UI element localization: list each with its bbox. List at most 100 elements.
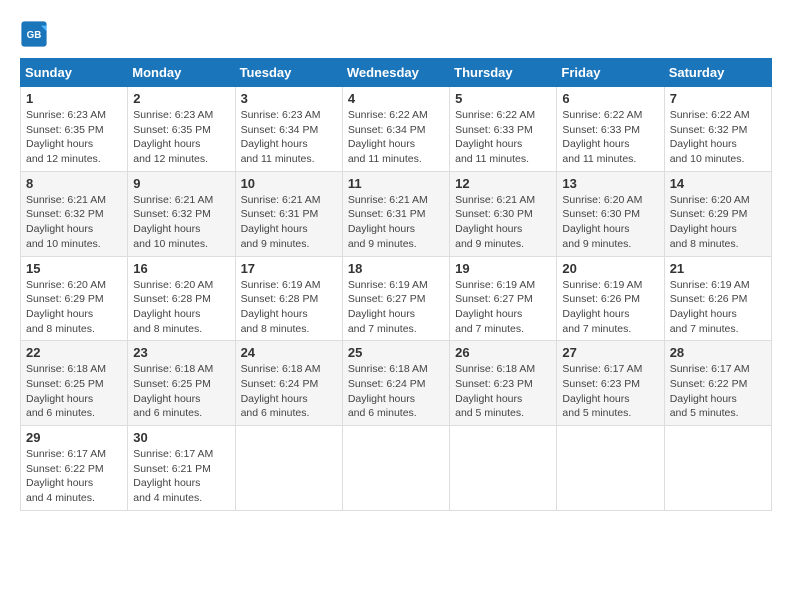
day-number: 20 — [562, 261, 658, 276]
calendar-week-5: 29 Sunrise: 6:17 AM Sunset: 6:22 PM Dayl… — [21, 426, 772, 511]
day-info: Sunrise: 6:18 AM Sunset: 6:23 PM Dayligh… — [455, 362, 551, 421]
day-info: Sunrise: 6:19 AM Sunset: 6:27 PM Dayligh… — [455, 278, 551, 337]
weekday-header-friday: Friday — [557, 59, 664, 87]
day-info: Sunrise: 6:21 AM Sunset: 6:32 PM Dayligh… — [133, 193, 229, 252]
day-number: 10 — [241, 176, 337, 191]
day-number: 7 — [670, 91, 766, 106]
weekday-header-wednesday: Wednesday — [342, 59, 449, 87]
day-number: 3 — [241, 91, 337, 106]
day-number: 26 — [455, 345, 551, 360]
day-info: Sunrise: 6:22 AM Sunset: 6:32 PM Dayligh… — [670, 108, 766, 167]
logo: GB — [20, 20, 52, 48]
day-number: 2 — [133, 91, 229, 106]
day-number: 23 — [133, 345, 229, 360]
calendar-cell: 27 Sunrise: 6:17 AM Sunset: 6:23 PM Dayl… — [557, 341, 664, 426]
day-info: Sunrise: 6:22 AM Sunset: 6:33 PM Dayligh… — [562, 108, 658, 167]
calendar-cell: 21 Sunrise: 6:19 AM Sunset: 6:26 PM Dayl… — [664, 256, 771, 341]
svg-text:GB: GB — [27, 30, 42, 41]
day-info: Sunrise: 6:19 AM Sunset: 6:27 PM Dayligh… — [348, 278, 444, 337]
day-number: 15 — [26, 261, 122, 276]
calendar-cell: 18 Sunrise: 6:19 AM Sunset: 6:27 PM Dayl… — [342, 256, 449, 341]
day-number: 8 — [26, 176, 122, 191]
calendar-cell: 12 Sunrise: 6:21 AM Sunset: 6:30 PM Dayl… — [450, 171, 557, 256]
day-info: Sunrise: 6:17 AM Sunset: 6:23 PM Dayligh… — [562, 362, 658, 421]
calendar-cell: 23 Sunrise: 6:18 AM Sunset: 6:25 PM Dayl… — [128, 341, 235, 426]
day-info: Sunrise: 6:23 AM Sunset: 6:35 PM Dayligh… — [26, 108, 122, 167]
day-number: 22 — [26, 345, 122, 360]
day-number: 28 — [670, 345, 766, 360]
day-number: 16 — [133, 261, 229, 276]
calendar-cell: 24 Sunrise: 6:18 AM Sunset: 6:24 PM Dayl… — [235, 341, 342, 426]
calendar-cell: 30 Sunrise: 6:17 AM Sunset: 6:21 PM Dayl… — [128, 426, 235, 511]
day-number: 19 — [455, 261, 551, 276]
calendar-week-2: 8 Sunrise: 6:21 AM Sunset: 6:32 PM Dayli… — [21, 171, 772, 256]
day-info: Sunrise: 6:21 AM Sunset: 6:30 PM Dayligh… — [455, 193, 551, 252]
day-number: 18 — [348, 261, 444, 276]
day-number: 30 — [133, 430, 229, 445]
calendar-week-3: 15 Sunrise: 6:20 AM Sunset: 6:29 PM Dayl… — [21, 256, 772, 341]
day-info: Sunrise: 6:23 AM Sunset: 6:34 PM Dayligh… — [241, 108, 337, 167]
calendar-cell: 16 Sunrise: 6:20 AM Sunset: 6:28 PM Dayl… — [128, 256, 235, 341]
day-info: Sunrise: 6:18 AM Sunset: 6:25 PM Dayligh… — [133, 362, 229, 421]
day-info: Sunrise: 6:17 AM Sunset: 6:21 PM Dayligh… — [133, 447, 229, 506]
day-info: Sunrise: 6:18 AM Sunset: 6:25 PM Dayligh… — [26, 362, 122, 421]
day-number: 21 — [670, 261, 766, 276]
day-info: Sunrise: 6:20 AM Sunset: 6:28 PM Dayligh… — [133, 278, 229, 337]
calendar-table: SundayMondayTuesdayWednesdayThursdayFrid… — [20, 58, 772, 511]
day-info: Sunrise: 6:22 AM Sunset: 6:34 PM Dayligh… — [348, 108, 444, 167]
weekday-header-thursday: Thursday — [450, 59, 557, 87]
day-info: Sunrise: 6:21 AM Sunset: 6:31 PM Dayligh… — [348, 193, 444, 252]
calendar-cell: 14 Sunrise: 6:20 AM Sunset: 6:29 PM Dayl… — [664, 171, 771, 256]
day-number: 12 — [455, 176, 551, 191]
calendar-cell: 26 Sunrise: 6:18 AM Sunset: 6:23 PM Dayl… — [450, 341, 557, 426]
calendar-cell: 29 Sunrise: 6:17 AM Sunset: 6:22 PM Dayl… — [21, 426, 128, 511]
calendar-cell — [235, 426, 342, 511]
page-header: GB — [20, 20, 772, 48]
day-number: 13 — [562, 176, 658, 191]
calendar-cell: 20 Sunrise: 6:19 AM Sunset: 6:26 PM Dayl… — [557, 256, 664, 341]
day-info: Sunrise: 6:19 AM Sunset: 6:26 PM Dayligh… — [562, 278, 658, 337]
weekday-header-tuesday: Tuesday — [235, 59, 342, 87]
calendar-cell: 13 Sunrise: 6:20 AM Sunset: 6:30 PM Dayl… — [557, 171, 664, 256]
day-info: Sunrise: 6:19 AM Sunset: 6:26 PM Dayligh… — [670, 278, 766, 337]
weekday-header-sunday: Sunday — [21, 59, 128, 87]
day-number: 11 — [348, 176, 444, 191]
day-number: 1 — [26, 91, 122, 106]
weekday-header-row: SundayMondayTuesdayWednesdayThursdayFrid… — [21, 59, 772, 87]
day-info: Sunrise: 6:21 AM Sunset: 6:31 PM Dayligh… — [241, 193, 337, 252]
calendar-cell: 5 Sunrise: 6:22 AM Sunset: 6:33 PM Dayli… — [450, 87, 557, 172]
day-info: Sunrise: 6:20 AM Sunset: 6:29 PM Dayligh… — [26, 278, 122, 337]
day-info: Sunrise: 6:18 AM Sunset: 6:24 PM Dayligh… — [241, 362, 337, 421]
day-number: 25 — [348, 345, 444, 360]
day-number: 6 — [562, 91, 658, 106]
calendar-cell: 10 Sunrise: 6:21 AM Sunset: 6:31 PM Dayl… — [235, 171, 342, 256]
logo-icon: GB — [20, 20, 48, 48]
calendar-cell: 22 Sunrise: 6:18 AM Sunset: 6:25 PM Dayl… — [21, 341, 128, 426]
calendar-cell: 28 Sunrise: 6:17 AM Sunset: 6:22 PM Dayl… — [664, 341, 771, 426]
calendar-cell: 3 Sunrise: 6:23 AM Sunset: 6:34 PM Dayli… — [235, 87, 342, 172]
calendar-cell: 1 Sunrise: 6:23 AM Sunset: 6:35 PM Dayli… — [21, 87, 128, 172]
day-number: 17 — [241, 261, 337, 276]
day-info: Sunrise: 6:20 AM Sunset: 6:30 PM Dayligh… — [562, 193, 658, 252]
calendar-cell: 7 Sunrise: 6:22 AM Sunset: 6:32 PM Dayli… — [664, 87, 771, 172]
day-number: 14 — [670, 176, 766, 191]
day-number: 24 — [241, 345, 337, 360]
calendar-cell: 8 Sunrise: 6:21 AM Sunset: 6:32 PM Dayli… — [21, 171, 128, 256]
day-info: Sunrise: 6:22 AM Sunset: 6:33 PM Dayligh… — [455, 108, 551, 167]
calendar-cell — [342, 426, 449, 511]
calendar-cell: 11 Sunrise: 6:21 AM Sunset: 6:31 PM Dayl… — [342, 171, 449, 256]
weekday-header-saturday: Saturday — [664, 59, 771, 87]
day-info: Sunrise: 6:21 AM Sunset: 6:32 PM Dayligh… — [26, 193, 122, 252]
calendar-cell: 4 Sunrise: 6:22 AM Sunset: 6:34 PM Dayli… — [342, 87, 449, 172]
calendar-week-1: 1 Sunrise: 6:23 AM Sunset: 6:35 PM Dayli… — [21, 87, 772, 172]
calendar-cell: 6 Sunrise: 6:22 AM Sunset: 6:33 PM Dayli… — [557, 87, 664, 172]
day-info: Sunrise: 6:17 AM Sunset: 6:22 PM Dayligh… — [26, 447, 122, 506]
day-number: 27 — [562, 345, 658, 360]
day-number: 4 — [348, 91, 444, 106]
day-number: 5 — [455, 91, 551, 106]
calendar-cell: 15 Sunrise: 6:20 AM Sunset: 6:29 PM Dayl… — [21, 256, 128, 341]
day-info: Sunrise: 6:18 AM Sunset: 6:24 PM Dayligh… — [348, 362, 444, 421]
weekday-header-monday: Monday — [128, 59, 235, 87]
calendar-cell — [450, 426, 557, 511]
day-number: 9 — [133, 176, 229, 191]
